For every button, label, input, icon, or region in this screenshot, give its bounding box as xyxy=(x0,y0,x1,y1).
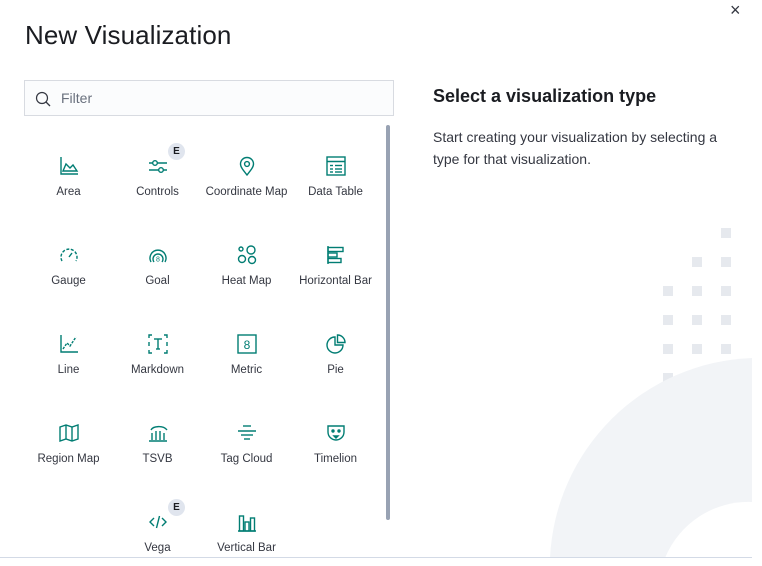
visualization-type-grid: Area E Controls Coordinate Map Data Tabl… xyxy=(24,125,380,557)
heatmap-icon xyxy=(236,244,258,266)
modal-title: New Visualization xyxy=(25,20,232,50)
filter-input[interactable] xyxy=(61,81,381,115)
vis-type-label: Controls xyxy=(136,186,179,198)
vis-type-metric[interactable]: 8 Metric xyxy=(202,303,291,392)
side-panel-description: Start creating your visualization by sel… xyxy=(433,129,718,167)
gauge-icon xyxy=(58,244,80,266)
svg-text:8: 8 xyxy=(156,257,160,264)
vis-type-area[interactable]: Area xyxy=(24,125,113,214)
vis-type-gauge[interactable]: Gauge xyxy=(24,214,113,303)
vis-type-coordinate-map[interactable]: Coordinate Map xyxy=(202,125,291,214)
vis-type-vega[interactable]: E Vega xyxy=(113,481,202,557)
line-chart-icon xyxy=(58,333,80,355)
side-panel-title: Select a visualization type xyxy=(433,86,657,106)
tag-cloud-icon xyxy=(236,422,258,444)
vega-icon xyxy=(147,511,169,533)
vis-type-vertical-bar[interactable]: Vertical Bar xyxy=(202,481,291,557)
vis-type-label: Pie xyxy=(327,364,344,376)
goal-icon: 8 xyxy=(147,244,169,266)
vis-type-label: Goal xyxy=(145,275,170,287)
vis-type-label: Markdown xyxy=(130,364,185,376)
vis-type-label: Vega xyxy=(144,542,171,554)
experimental-badge: E xyxy=(168,143,185,160)
vis-type-empty-slot xyxy=(24,481,113,557)
filter-field[interactable] xyxy=(24,80,394,116)
vis-type-horizontal-bar[interactable]: Horizontal Bar xyxy=(291,214,380,303)
vertical-bar-icon xyxy=(236,511,258,533)
vis-type-region-map[interactable]: Region Map xyxy=(24,392,113,481)
vis-type-label: Coordinate Map xyxy=(205,186,288,198)
vis-type-label: Timelion xyxy=(313,453,358,465)
data-table-icon xyxy=(325,155,347,177)
tsvb-icon xyxy=(147,422,169,444)
search-icon xyxy=(35,91,51,107)
vis-type-label: Horizontal Bar xyxy=(299,275,372,287)
grid-scrollbar[interactable] xyxy=(386,125,390,520)
svg-text:8: 8 xyxy=(243,338,250,352)
vis-type-label: Heat Map xyxy=(221,275,272,287)
vis-type-tag-cloud[interactable]: Tag Cloud xyxy=(202,392,291,481)
map-pin-icon xyxy=(236,155,258,177)
metric-icon: 8 xyxy=(236,333,258,355)
controls-icon xyxy=(147,155,169,177)
background-illustration xyxy=(550,228,752,558)
vis-type-goal[interactable]: 8 Goal xyxy=(113,214,202,303)
bottom-divider xyxy=(0,557,752,558)
vis-type-label: Data Table xyxy=(308,186,363,198)
markdown-icon xyxy=(147,333,169,355)
pie-chart-icon xyxy=(325,333,347,355)
timelion-icon xyxy=(325,422,347,444)
vis-type-label: Metric xyxy=(230,364,263,376)
vis-type-tsvb[interactable]: TSVB xyxy=(113,392,202,481)
vis-type-label: Region Map xyxy=(37,453,100,465)
area-chart-icon xyxy=(58,155,80,177)
vis-type-label: Tag Cloud xyxy=(220,453,273,465)
vis-type-data-table[interactable]: Data Table xyxy=(291,125,380,214)
experimental-badge: E xyxy=(168,499,185,516)
vis-type-controls[interactable]: E Controls xyxy=(113,125,202,214)
horizontal-bar-icon xyxy=(325,244,347,266)
vis-type-timelion[interactable]: Timelion xyxy=(291,392,380,481)
vis-type-pie[interactable]: Pie xyxy=(291,303,380,392)
vis-type-label: Line xyxy=(57,364,80,376)
vis-type-label: Vertical Bar xyxy=(217,542,276,554)
close-icon[interactable]: × xyxy=(730,1,741,19)
vis-type-label: Gauge xyxy=(51,275,86,287)
vis-type-heat-map[interactable]: Heat Map xyxy=(202,214,291,303)
vis-type-markdown[interactable]: Markdown xyxy=(113,303,202,392)
region-map-icon xyxy=(58,422,80,444)
vis-type-label: TSVB xyxy=(142,453,173,465)
vis-type-line[interactable]: Line xyxy=(24,303,113,392)
vis-type-label: Area xyxy=(56,186,81,198)
